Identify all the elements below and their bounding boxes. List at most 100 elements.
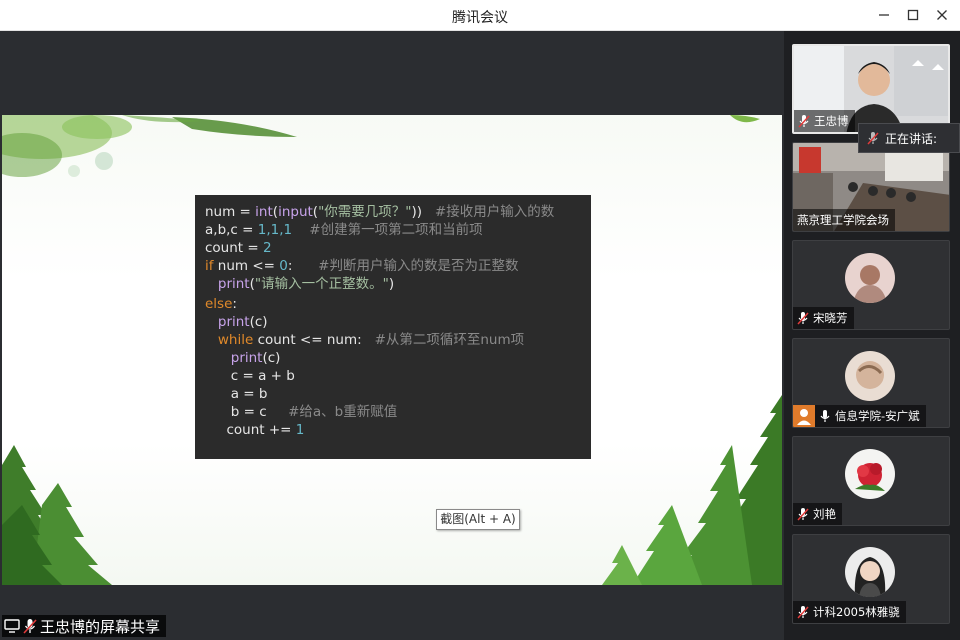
code-token: )) bbox=[411, 204, 435, 220]
participant-name: 燕京理工学院会场 bbox=[797, 213, 889, 227]
code-token: #创建第一项第二项和当前项 bbox=[309, 222, 483, 238]
code-token: print bbox=[230, 350, 263, 366]
code-line: count = 2 bbox=[205, 239, 272, 257]
user-avatar-icon bbox=[793, 405, 815, 427]
code-token: else bbox=[205, 296, 233, 312]
close-button[interactable] bbox=[930, 4, 954, 26]
participant-name: 王忠博 bbox=[814, 114, 849, 128]
code-line: c = a + b bbox=[205, 367, 295, 385]
participant-tile-venue[interactable]: 燕京理工学院会场 bbox=[792, 142, 950, 232]
code-token: print bbox=[217, 314, 250, 330]
code-token: (c) bbox=[262, 350, 281, 366]
screen-share-label-text: 王忠博的屏幕共享 bbox=[40, 617, 161, 636]
code-token: count = bbox=[205, 240, 263, 256]
code-line: else: bbox=[205, 295, 237, 313]
code-token: 2 bbox=[262, 240, 272, 256]
participant-tile-linyaxiao[interactable]: 计科2005林雅骁 bbox=[792, 534, 950, 624]
screen-share-label: 王忠博的屏幕共享 bbox=[2, 615, 167, 637]
code-line: b = c #给a、b重新赋值 bbox=[205, 403, 398, 421]
code-token: #接收用户输入的数 bbox=[434, 204, 555, 220]
avatar bbox=[845, 449, 895, 499]
participant-name-bar: 王忠博 bbox=[794, 110, 855, 132]
code-line: a = b bbox=[205, 385, 268, 403]
code-token: #给a、b重新赋值 bbox=[288, 404, 398, 420]
mic-muted-icon bbox=[867, 132, 879, 145]
code-token: #从第二项循环至num项 bbox=[374, 332, 525, 348]
code-token: if bbox=[205, 258, 214, 274]
presentation-slide: num = int(input("你需要几项？")) #接收用户输入的数 a,b,… bbox=[2, 115, 782, 585]
code-token: (c) bbox=[249, 314, 268, 330]
trees-right-decoration-icon bbox=[602, 395, 782, 585]
participant-tile-wangzhongbo[interactable]: 王忠博 bbox=[792, 44, 950, 134]
participant-name: 计科2005林雅骁 bbox=[813, 605, 900, 619]
code-token: num <= bbox=[213, 258, 280, 274]
leaf-corner-icon bbox=[730, 115, 760, 123]
participant-name-bar: 计科2005林雅骁 bbox=[793, 601, 906, 623]
participant-tile-liuyan[interactable]: 刘艳 bbox=[792, 436, 950, 526]
code-line: print(c) bbox=[205, 349, 281, 367]
participant-name-bar: 信息学院-安广斌 bbox=[793, 405, 926, 427]
code-token: b = c bbox=[205, 404, 289, 420]
screen-share-icon bbox=[4, 619, 20, 633]
code-line: print("请输入一个正整数。") bbox=[205, 275, 394, 293]
code-token: int bbox=[255, 204, 273, 220]
shared-screen[interactable]: num = int(input("你需要几项？")) #接收用户输入的数 a,b,… bbox=[2, 31, 782, 638]
mic-muted-icon bbox=[798, 115, 810, 128]
maximize-button[interactable] bbox=[901, 4, 925, 26]
code-token: "请输入一个正整数。" bbox=[254, 276, 389, 292]
title-bar: 腾讯会议 bbox=[0, 0, 960, 31]
mic-icon bbox=[820, 410, 830, 422]
participant-name: 宋晓芳 bbox=[813, 311, 848, 325]
avatar bbox=[845, 351, 895, 401]
window-title: 腾讯会议 bbox=[452, 10, 508, 26]
leaves-decoration-icon bbox=[2, 115, 297, 177]
avatar bbox=[845, 253, 895, 303]
code-token: a = b bbox=[205, 386, 268, 402]
code-token: 1 bbox=[295, 422, 305, 438]
trees-left-decoration-icon bbox=[2, 445, 112, 585]
mic-muted-icon bbox=[797, 312, 809, 325]
maximize-icon bbox=[907, 9, 919, 21]
mic-muted-icon bbox=[797, 508, 809, 521]
participant-name: 刘艳 bbox=[813, 507, 836, 521]
mic-muted-icon bbox=[23, 619, 37, 634]
mic-muted-icon bbox=[797, 606, 809, 619]
shared-screen-top-band bbox=[2, 31, 782, 115]
code-token: count += bbox=[205, 422, 296, 438]
code-token: 0 bbox=[279, 258, 288, 274]
code-token: ) bbox=[388, 276, 395, 292]
participant-name-bar: 燕京理工学院会场 bbox=[793, 209, 895, 231]
code-line: if num <= 0: #判断用户输入的数是否为正整数 bbox=[205, 257, 518, 275]
code-line: num = int(input("你需要几项？")) #接收用户输入的数 bbox=[205, 203, 554, 221]
speaking-indicator: 正在讲话: bbox=[858, 123, 960, 153]
minimize-button[interactable] bbox=[872, 4, 896, 26]
code-token: c = a + b bbox=[205, 368, 295, 384]
code-token: : bbox=[287, 258, 319, 274]
participant-name-bar: 刘艳 bbox=[793, 503, 842, 525]
code-token: 1,1,1 bbox=[257, 222, 293, 238]
close-icon bbox=[937, 10, 947, 20]
code-line: a,b,c = 1,1,1 #创建第一项第二项和当前项 bbox=[205, 221, 483, 239]
minimize-icon bbox=[879, 14, 889, 16]
screenshot-tooltip: 截图(Alt + A) bbox=[436, 509, 520, 530]
code-token: input bbox=[278, 204, 313, 220]
code-token: count <= num: bbox=[253, 332, 375, 348]
code-token: num = bbox=[205, 204, 256, 220]
participant-name: 信息学院-安广斌 bbox=[835, 409, 920, 423]
participant-tile-anguangbin[interactable]: 信息学院-安广斌 bbox=[792, 338, 950, 428]
code-token: : bbox=[232, 296, 237, 312]
participant-tile-songxiaofang[interactable]: 宋晓芳 bbox=[792, 240, 950, 330]
participant-name-bar: 宋晓芳 bbox=[793, 307, 854, 329]
code-line: while count <= num: #从第二项循环至num项 bbox=[205, 331, 524, 349]
code-token: while bbox=[217, 332, 254, 348]
code-line: count += 1 bbox=[205, 421, 304, 439]
code-block: num = int(input("你需要几项？")) #接收用户输入的数 a,b,… bbox=[195, 195, 591, 459]
code-line: print(c) bbox=[205, 313, 268, 331]
avatar bbox=[845, 547, 895, 597]
code-token: print bbox=[217, 276, 250, 292]
